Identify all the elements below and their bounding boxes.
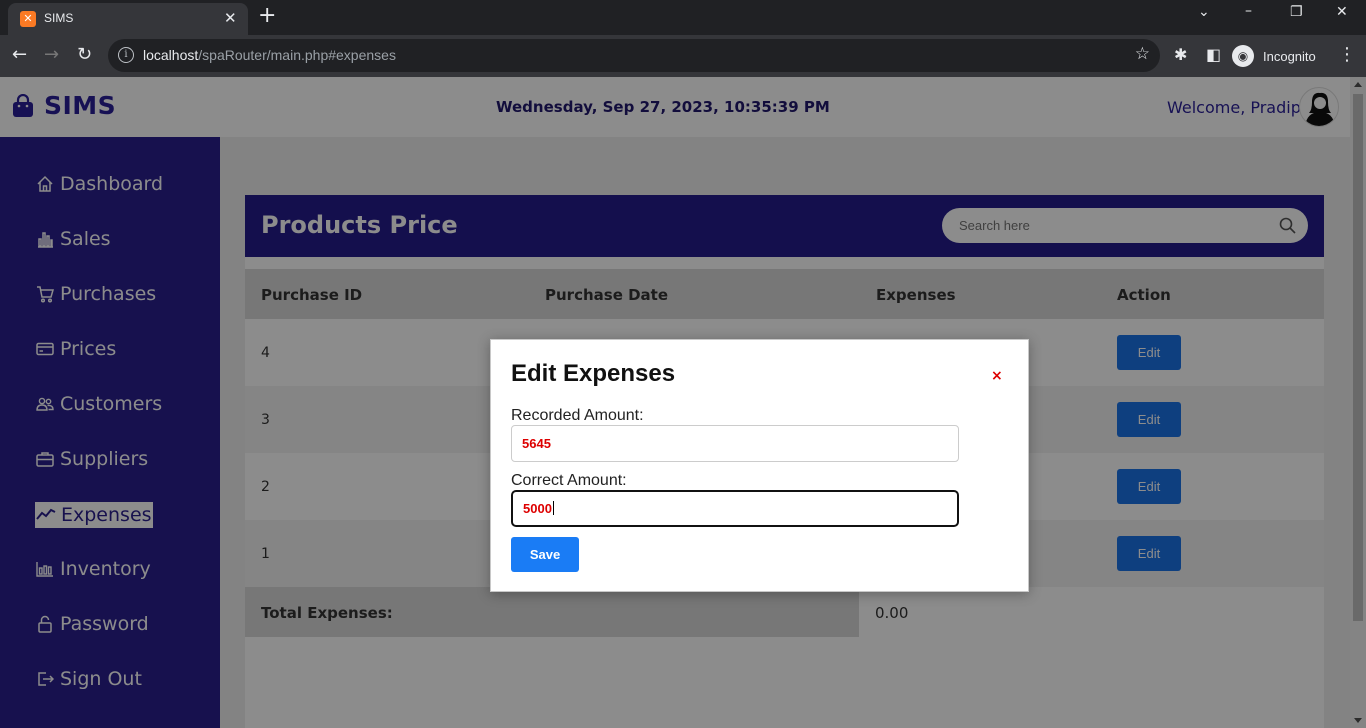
- correct-amount-value: 5000: [523, 501, 554, 516]
- new-tab-icon[interactable]: +: [258, 3, 276, 29]
- window-close-icon[interactable]: ✕: [1336, 4, 1348, 20]
- correct-amount-label: Correct Amount:: [511, 472, 627, 489]
- browser-tab[interactable]: ✕ SIMS ✕: [8, 3, 248, 35]
- xampp-icon: ✕: [20, 11, 36, 27]
- tab-search-icon[interactable]: ⌄: [1198, 4, 1210, 20]
- side-panel-icon[interactable]: ◧: [1206, 45, 1221, 64]
- site-info-icon[interactable]: i: [118, 47, 134, 63]
- back-icon[interactable]: ←: [12, 43, 27, 67]
- reload-icon[interactable]: ↻: [77, 43, 92, 67]
- save-button[interactable]: Save: [511, 537, 579, 572]
- extensions-icon[interactable]: ✱: [1174, 45, 1187, 64]
- tab-close-icon[interactable]: ✕: [224, 9, 237, 27]
- restore-icon[interactable]: ❐: [1290, 4, 1303, 20]
- browser-toolbar: ← → ↻ i localhost/spaRouter/main.php#exp…: [0, 35, 1366, 77]
- text-caret: [552, 501, 554, 515]
- recorded-amount-value: 5645: [522, 436, 551, 451]
- browser-menu-icon[interactable]: ⋮: [1338, 44, 1356, 65]
- recorded-amount-field[interactable]: 5645: [511, 425, 959, 462]
- bookmark-star-icon[interactable]: ☆: [1135, 44, 1150, 64]
- close-icon[interactable]: ×: [991, 369, 1003, 383]
- modal-title: Edit Expenses: [511, 360, 676, 387]
- forward-icon[interactable]: →: [44, 43, 59, 67]
- incognito-icon: ◉: [1232, 45, 1254, 67]
- minimize-icon[interactable]: –: [1245, 3, 1252, 19]
- page: SIMS Wednesday, Sep 27, 2023, 10:35:39 P…: [0, 77, 1366, 728]
- browser-tabbar: ✕ SIMS ✕ + ⌄ – ❐ ✕: [0, 0, 1366, 35]
- url-text: localhost/spaRouter/main.php#expenses: [143, 47, 396, 63]
- incognito-indicator[interactable]: ◉ Incognito: [1232, 43, 1316, 69]
- tab-title: SIMS: [44, 11, 74, 25]
- incognito-label: Incognito: [1263, 48, 1316, 64]
- correct-amount-field[interactable]: 5000: [511, 490, 959, 527]
- edit-expenses-modal: Edit Expenses × Recorded Amount: 5645 Co…: [490, 339, 1029, 592]
- recorded-amount-label: Recorded Amount:: [511, 407, 644, 424]
- address-bar[interactable]: i localhost/spaRouter/main.php#expenses …: [108, 39, 1160, 72]
